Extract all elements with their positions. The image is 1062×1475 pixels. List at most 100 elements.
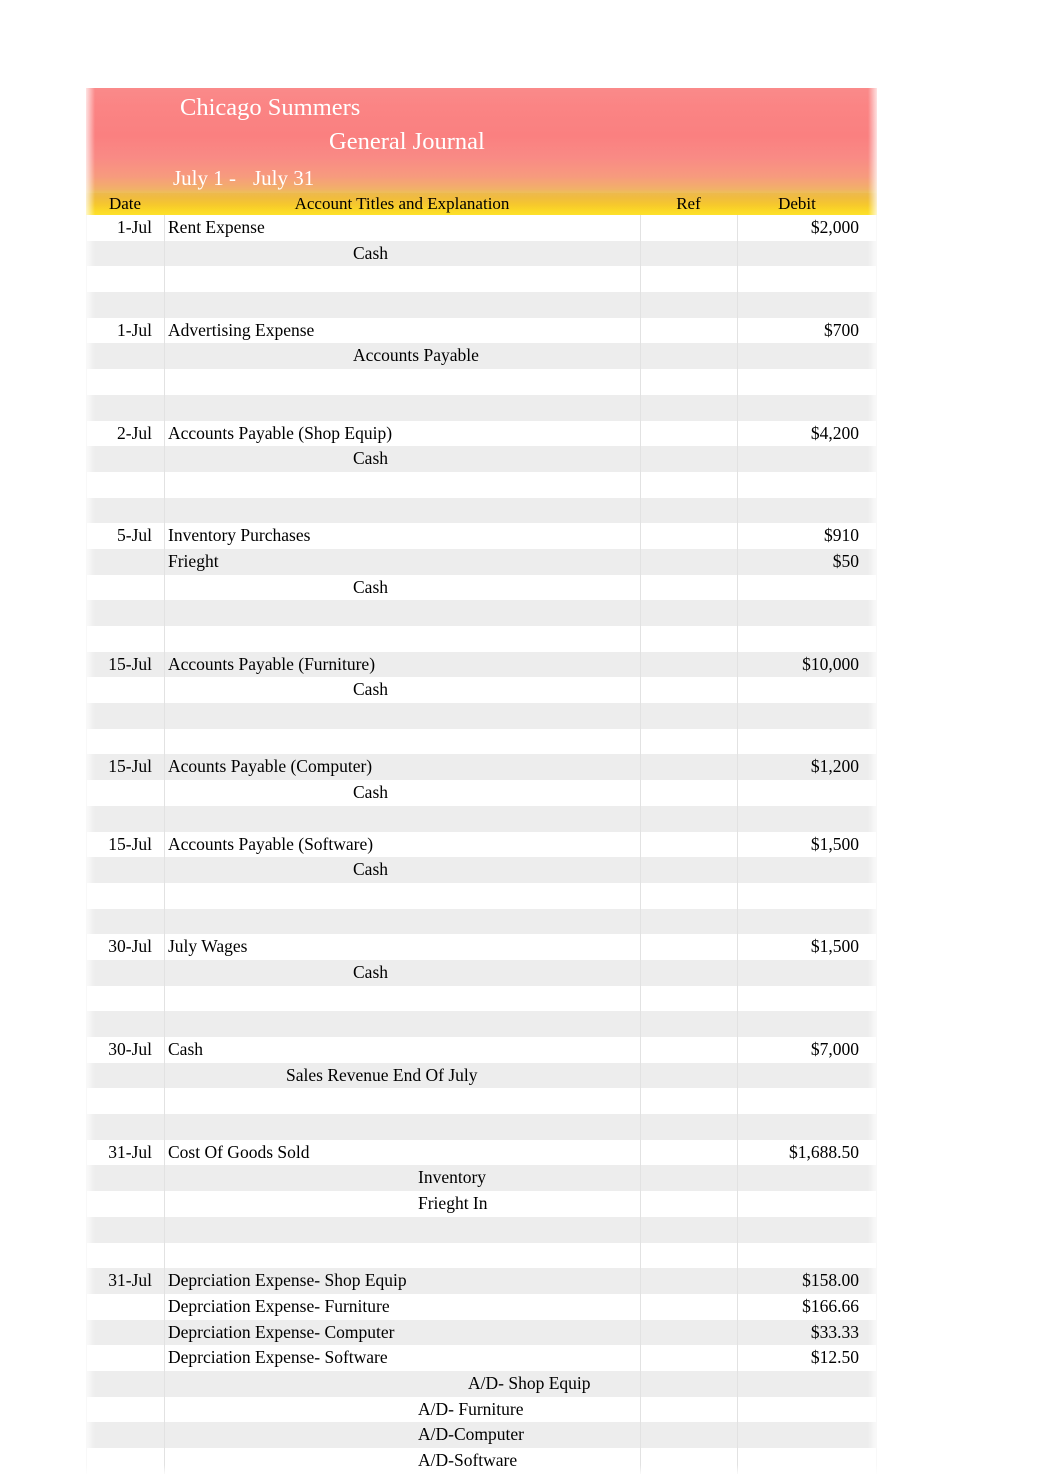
table-row[interactable]: A/D-Software: [86, 1448, 877, 1474]
table-row[interactable]: A/D- Shop Equip: [86, 1370, 877, 1397]
cell-debit: [737, 1371, 863, 1397]
table-row[interactable]: Cash: [86, 780, 877, 806]
table-row[interactable]: [86, 1242, 877, 1269]
cell-ref: [640, 1088, 733, 1114]
table-row[interactable]: [86, 600, 877, 626]
cell-account-title: [168, 729, 638, 755]
cell-ref: [640, 498, 733, 524]
cell-debit: [737, 780, 863, 806]
cell-debit: [737, 1397, 863, 1423]
table-row[interactable]: 30-Jul Cash $7,000: [86, 1037, 877, 1063]
cell-account-title: Acounts Payable (Computer): [168, 756, 373, 777]
cell-debit: $1,200: [810, 756, 859, 777]
cell-date: [86, 883, 158, 909]
table-row[interactable]: Deprciation Expense- Furniture $166.66: [86, 1293, 877, 1320]
cell-date: [86, 677, 158, 703]
table-row[interactable]: 30-Jul July Wages $1,500: [86, 934, 877, 960]
cell-ref: [640, 1063, 733, 1089]
table-row[interactable]: [86, 985, 877, 1012]
cell-ref: [640, 1345, 733, 1371]
table-row[interactable]: Cash: [86, 446, 877, 472]
table-row[interactable]: A/D-Computer: [86, 1422, 877, 1448]
cell-account-title: [168, 472, 638, 498]
cell-debit: [737, 1448, 863, 1474]
column-rule-ref: [640, 215, 641, 1474]
table-row[interactable]: Deprciation Expense- Computer $33.33: [86, 1319, 877, 1346]
table-row[interactable]: Accounts Payable: [86, 343, 877, 370]
table-row[interactable]: Cash: [86, 677, 877, 704]
table-row[interactable]: Cash: [86, 959, 877, 986]
cell-date: 1-Jul: [117, 217, 152, 237]
cell-date: [86, 780, 158, 806]
cell-debit: $1,500: [810, 936, 859, 957]
column-header-account-titles: Account Titles and Explanation: [294, 194, 510, 213]
table-row[interactable]: [86, 908, 877, 935]
cell-ref: [640, 1217, 733, 1243]
table-row[interactable]: Deprciation Expense- Software $12.50: [86, 1345, 877, 1371]
table-row[interactable]: 31-Jul Cost Of Goods Sold $1,688.50: [86, 1139, 877, 1166]
table-row[interactable]: 1-Jul Rent Expense $2,000: [86, 215, 877, 241]
table-row[interactable]: [86, 394, 877, 421]
cell-debit: $7,000: [810, 1039, 859, 1059]
table-row[interactable]: 15-Jul Accounts Payable (Furniture) $10,00…: [86, 651, 877, 678]
cell-date: [86, 549, 158, 575]
cell-date: 31-Jul: [108, 1270, 152, 1291]
table-row[interactable]: Frieght $50: [86, 548, 877, 575]
cell-account-title: [168, 395, 638, 421]
table-row[interactable]: 31-Jul Deprciation Expense- Shop Equip $15…: [86, 1268, 877, 1294]
table-row[interactable]: [86, 1011, 877, 1037]
table-row[interactable]: Inventory: [86, 1165, 877, 1192]
cell-date: [86, 241, 158, 267]
cell-account-title: Deprciation Expense- Computer: [168, 1321, 395, 1342]
cell-date: [86, 857, 158, 883]
table-row[interactable]: Cash: [86, 574, 877, 601]
cell-debit: [737, 1422, 863, 1448]
table-row[interactable]: 2-Jul Accounts Payable (Shop Equip) $4,200: [86, 420, 877, 447]
table-row[interactable]: 15-Jul Accounts Payable (Software) $1,500: [86, 831, 877, 858]
table-row[interactable]: A/D- Furniture: [86, 1396, 877, 1423]
cell-debit: [737, 1243, 863, 1269]
cell-debit: $1,500: [810, 833, 859, 854]
table-row[interactable]: 1-Jul Advertising Expense $700: [86, 317, 877, 344]
table-row[interactable]: Cash: [86, 240, 877, 267]
cell-date: [86, 1397, 158, 1423]
table-row[interactable]: [86, 497, 877, 524]
table-row[interactable]: [86, 471, 877, 498]
table-row[interactable]: [86, 1088, 877, 1115]
cell-debit: [737, 1165, 863, 1191]
table-row[interactable]: Sales Revenue End Of July: [86, 1062, 877, 1089]
table-row[interactable]: [86, 266, 877, 293]
cell-ref: [640, 1140, 733, 1166]
cell-ref: [640, 832, 733, 858]
cell-ref: [640, 1371, 733, 1397]
table-row[interactable]: Cash: [86, 857, 877, 883]
cell-ref: [640, 1114, 733, 1140]
cell-debit: [737, 806, 863, 832]
table-row[interactable]: [86, 1216, 877, 1243]
table-row[interactable]: Frieght In: [86, 1191, 877, 1217]
cell-ref: [640, 266, 733, 292]
cell-debit: [737, 472, 863, 498]
cell-account-title: [168, 703, 638, 729]
table-row[interactable]: 5-Jul Inventory Purchases $910: [86, 523, 877, 549]
cell-date: [86, 472, 158, 498]
cell-date: [86, 960, 158, 986]
column-header-date: Date: [108, 194, 142, 213]
table-row[interactable]: [86, 292, 877, 318]
cell-debit: [737, 575, 863, 601]
cell-debit: $33.33: [810, 1321, 859, 1342]
journal-banner: Chicago Summers General Journal July 1 -…: [86, 88, 877, 193]
table-row[interactable]: [86, 1114, 877, 1140]
cell-account-title: July Wages: [168, 936, 248, 957]
cell-ref: [640, 909, 733, 935]
table-row[interactable]: [86, 728, 877, 755]
table-row[interactable]: 15-Jul Acounts Payable (Computer) $1,200: [86, 754, 877, 781]
table-row[interactable]: [86, 805, 877, 832]
cell-account-title: [168, 626, 638, 652]
table-row[interactable]: [86, 369, 877, 395]
cell-debit: $12.50: [810, 1347, 859, 1368]
cell-date: 5-Jul: [117, 525, 152, 546]
table-row[interactable]: [86, 882, 877, 909]
table-row[interactable]: [86, 703, 877, 729]
table-row[interactable]: [86, 626, 877, 652]
